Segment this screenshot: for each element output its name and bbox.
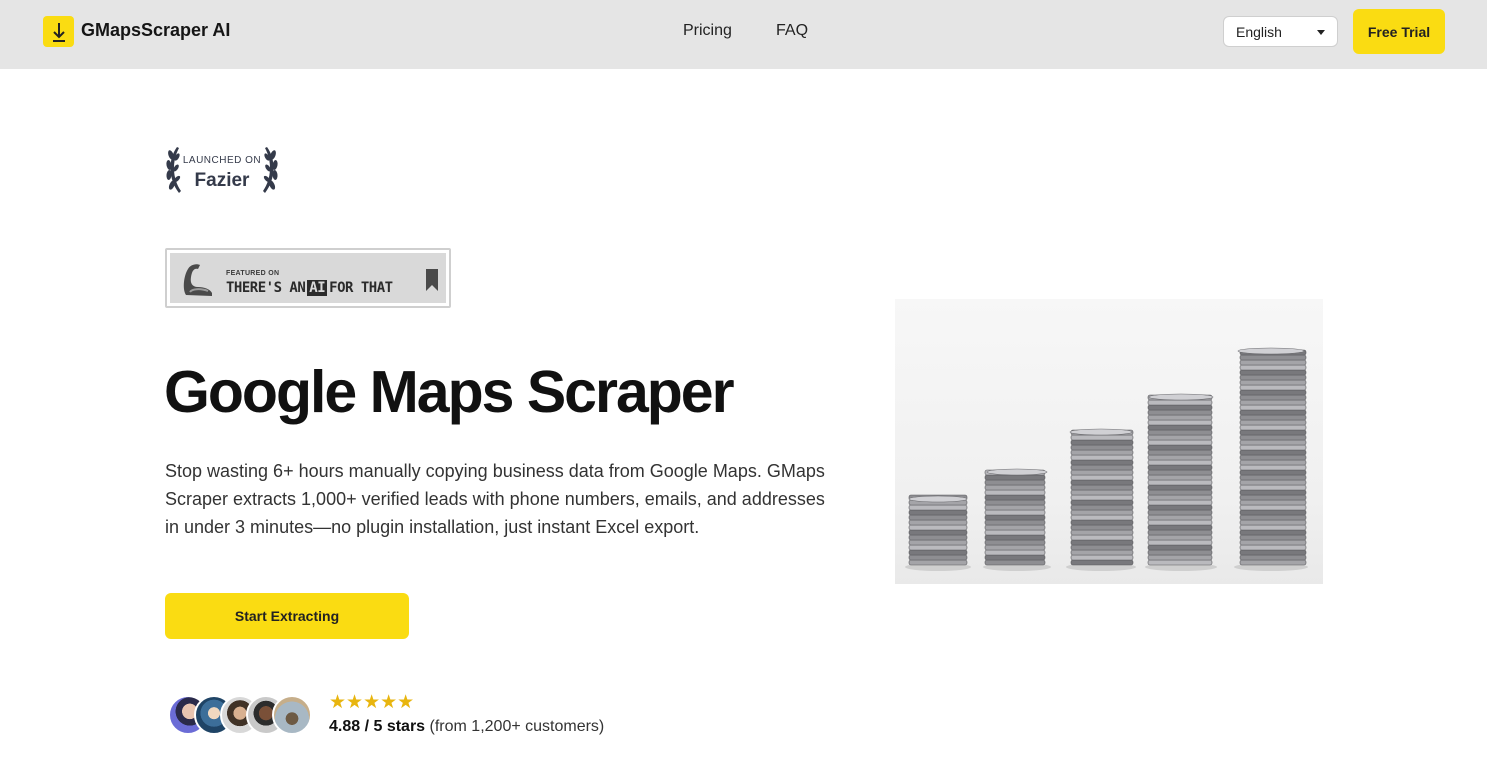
bicep-icon xyxy=(183,264,212,296)
rating-customers: (from 1,200+ customers) xyxy=(429,718,605,735)
taaft-title: THERE'S AN AI FOR THAT xyxy=(226,280,393,296)
hero-description: Stop wasting 6+ hours manually copying b… xyxy=(165,461,825,537)
rating-score: 4.88 / 5 stars xyxy=(329,718,426,735)
avatar xyxy=(272,695,312,735)
coin-stacks-illustration xyxy=(905,347,1308,571)
free-trial-button[interactable]: Free Trial xyxy=(1353,9,1445,54)
taaft-featured-label: FEATURED ON xyxy=(226,270,280,277)
fazier-launched-label: LAUNCHED ON xyxy=(182,155,262,166)
theres-an-ai-for-that-badge[interactable]: FEATURED ON THERE'S AN AI FOR THAT xyxy=(165,248,451,308)
fazier-badge[interactable]: LAUNCHED ON Fazier xyxy=(163,143,281,197)
coin-stacks-image xyxy=(895,299,1323,584)
download-arrow-icon xyxy=(52,22,65,42)
language-select[interactable]: English xyxy=(1223,16,1338,47)
coin-stack xyxy=(1234,347,1308,571)
start-extracting-button[interactable]: Start Extracting xyxy=(165,593,409,639)
rating-stars: ★★★★★ xyxy=(329,692,415,713)
brand-name[interactable]: GMapsScraper AI xyxy=(81,20,230,41)
customer-avatars xyxy=(168,695,318,735)
coin-stack xyxy=(1145,393,1217,571)
coin-stack xyxy=(1066,428,1136,571)
language-select-value: English xyxy=(1236,23,1282,40)
top-navbar: GMapsScraper AI Pricing FAQ English Free… xyxy=(0,0,1487,69)
bookmark-icon xyxy=(426,269,438,291)
page-title: Google Maps Scraper xyxy=(164,359,735,425)
caret-down-icon xyxy=(1317,30,1325,35)
taaft-badge-body: FEATURED ON THERE'S AN AI FOR THAT xyxy=(170,253,446,303)
rating-text: 4.88 / 5 stars (from 1,200+ customers) xyxy=(329,718,604,736)
fazier-name: Fazier xyxy=(194,170,250,191)
taaft-title-pre: THERE'S AN xyxy=(226,280,306,296)
coin-stack xyxy=(905,494,971,571)
taaft-title-post: FOR THAT xyxy=(329,280,393,296)
nav-faq-link[interactable]: FAQ xyxy=(776,22,808,40)
logo-icon[interactable] xyxy=(43,16,74,47)
coin-stack xyxy=(983,468,1051,571)
taaft-title-ai: AI xyxy=(307,280,328,296)
nav-pricing-link[interactable]: Pricing xyxy=(683,22,732,40)
